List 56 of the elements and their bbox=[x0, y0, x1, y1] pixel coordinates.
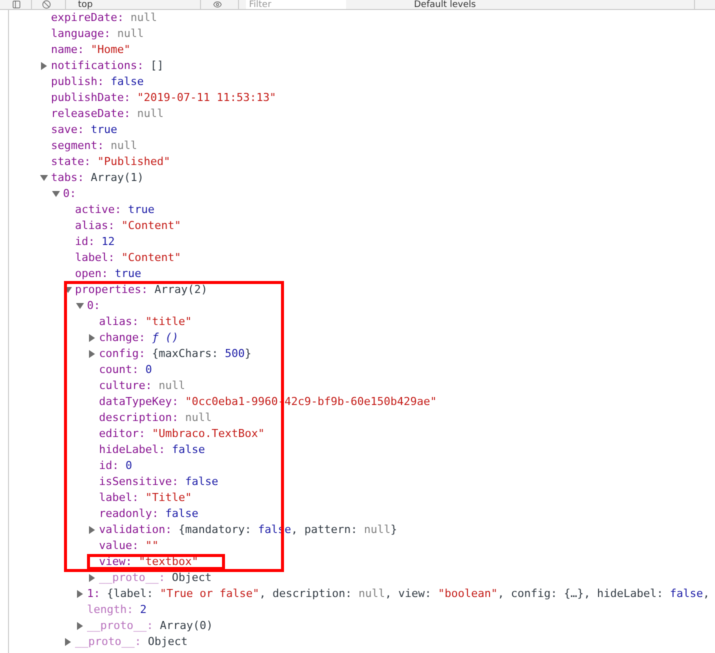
collapsed-triangle-icon[interactable] bbox=[88, 334, 96, 342]
property-line: segment: null bbox=[51, 138, 138, 154]
filter-field[interactable]: Filter bbox=[246, 0, 346, 9]
property-line: id: 0 bbox=[99, 458, 132, 474]
property-line: __proto__: Array(0) bbox=[87, 618, 213, 634]
property-line: change: ƒ () bbox=[99, 330, 178, 346]
property-line: name: "Home" bbox=[51, 42, 130, 58]
property-line: 0: bbox=[87, 298, 100, 314]
property-line: value: "" bbox=[99, 538, 159, 554]
property-line: save: true bbox=[51, 122, 118, 138]
property-line: label: "Title" bbox=[99, 490, 192, 506]
collapsed-triangle-icon[interactable] bbox=[40, 62, 48, 70]
property-line: view: "textbox" bbox=[99, 554, 198, 570]
property-line: releaseDate: null bbox=[51, 106, 164, 122]
property-line: id: 12 bbox=[75, 234, 115, 250]
property-line: active: true bbox=[75, 202, 154, 218]
property-line: language: null bbox=[51, 26, 144, 42]
expanded-triangle-icon[interactable] bbox=[40, 174, 48, 182]
property-line: hideLabel: false bbox=[99, 442, 205, 458]
log-levels-dropdown[interactable]: Default levels bbox=[414, 0, 476, 10]
property-line: count: 0 bbox=[99, 362, 152, 378]
expanded-triangle-icon[interactable] bbox=[64, 286, 72, 294]
property-line: tabs: Array(1) bbox=[51, 170, 144, 186]
property-line: notifications: [] bbox=[51, 58, 164, 74]
collapsed-triangle-icon[interactable] bbox=[64, 638, 72, 646]
property-line: __proto__: Object bbox=[99, 570, 212, 586]
sidebar-icon[interactable] bbox=[12, 0, 21, 9]
property-line: publish: false bbox=[51, 74, 144, 90]
property-line: culture: null bbox=[99, 378, 186, 394]
property-line: __proto__: Object bbox=[75, 634, 188, 650]
collapsed-triangle-icon[interactable] bbox=[76, 622, 84, 630]
property-line: alias: "Content" bbox=[75, 218, 181, 234]
property-line: length: 2 bbox=[87, 602, 147, 618]
expanded-triangle-icon[interactable] bbox=[52, 190, 60, 198]
property-line: state: "Published" bbox=[51, 154, 170, 170]
property-line: open: true bbox=[75, 266, 142, 282]
collapsed-triangle-icon[interactable] bbox=[76, 590, 84, 598]
expanded-triangle-icon[interactable] bbox=[76, 302, 84, 310]
property-line: editor: "Umbraco.TextBox" bbox=[99, 426, 265, 442]
collapsed-triangle-icon[interactable] bbox=[88, 526, 96, 534]
collapsed-triangle-icon[interactable] bbox=[88, 350, 96, 358]
property-line: 0: bbox=[63, 186, 76, 202]
eye-icon[interactable] bbox=[213, 0, 222, 9]
collapsed-triangle-icon[interactable] bbox=[88, 574, 96, 582]
property-line: readonly: false bbox=[99, 506, 198, 522]
property-line: config: {maxChars: 500} bbox=[99, 346, 252, 362]
property-line: properties: Array(2) bbox=[75, 282, 208, 298]
clear-icon[interactable] bbox=[42, 0, 51, 9]
property-line: description: null bbox=[99, 410, 212, 426]
property-line: alias: "title" bbox=[99, 314, 192, 330]
property-line: expireDate: null bbox=[51, 10, 157, 26]
property-line: label: "Content" bbox=[75, 250, 181, 266]
property-line: 1: {label: "True or false", description: null, view: "boolean", config: {…}, hideLabel: false, bbox=[87, 586, 710, 602]
property-line: publishDate: "2019-07-11 11:53:13" bbox=[51, 90, 276, 106]
context-selector[interactable]: top bbox=[78, 0, 200, 10]
property-line: isSensitive: false bbox=[99, 474, 218, 490]
